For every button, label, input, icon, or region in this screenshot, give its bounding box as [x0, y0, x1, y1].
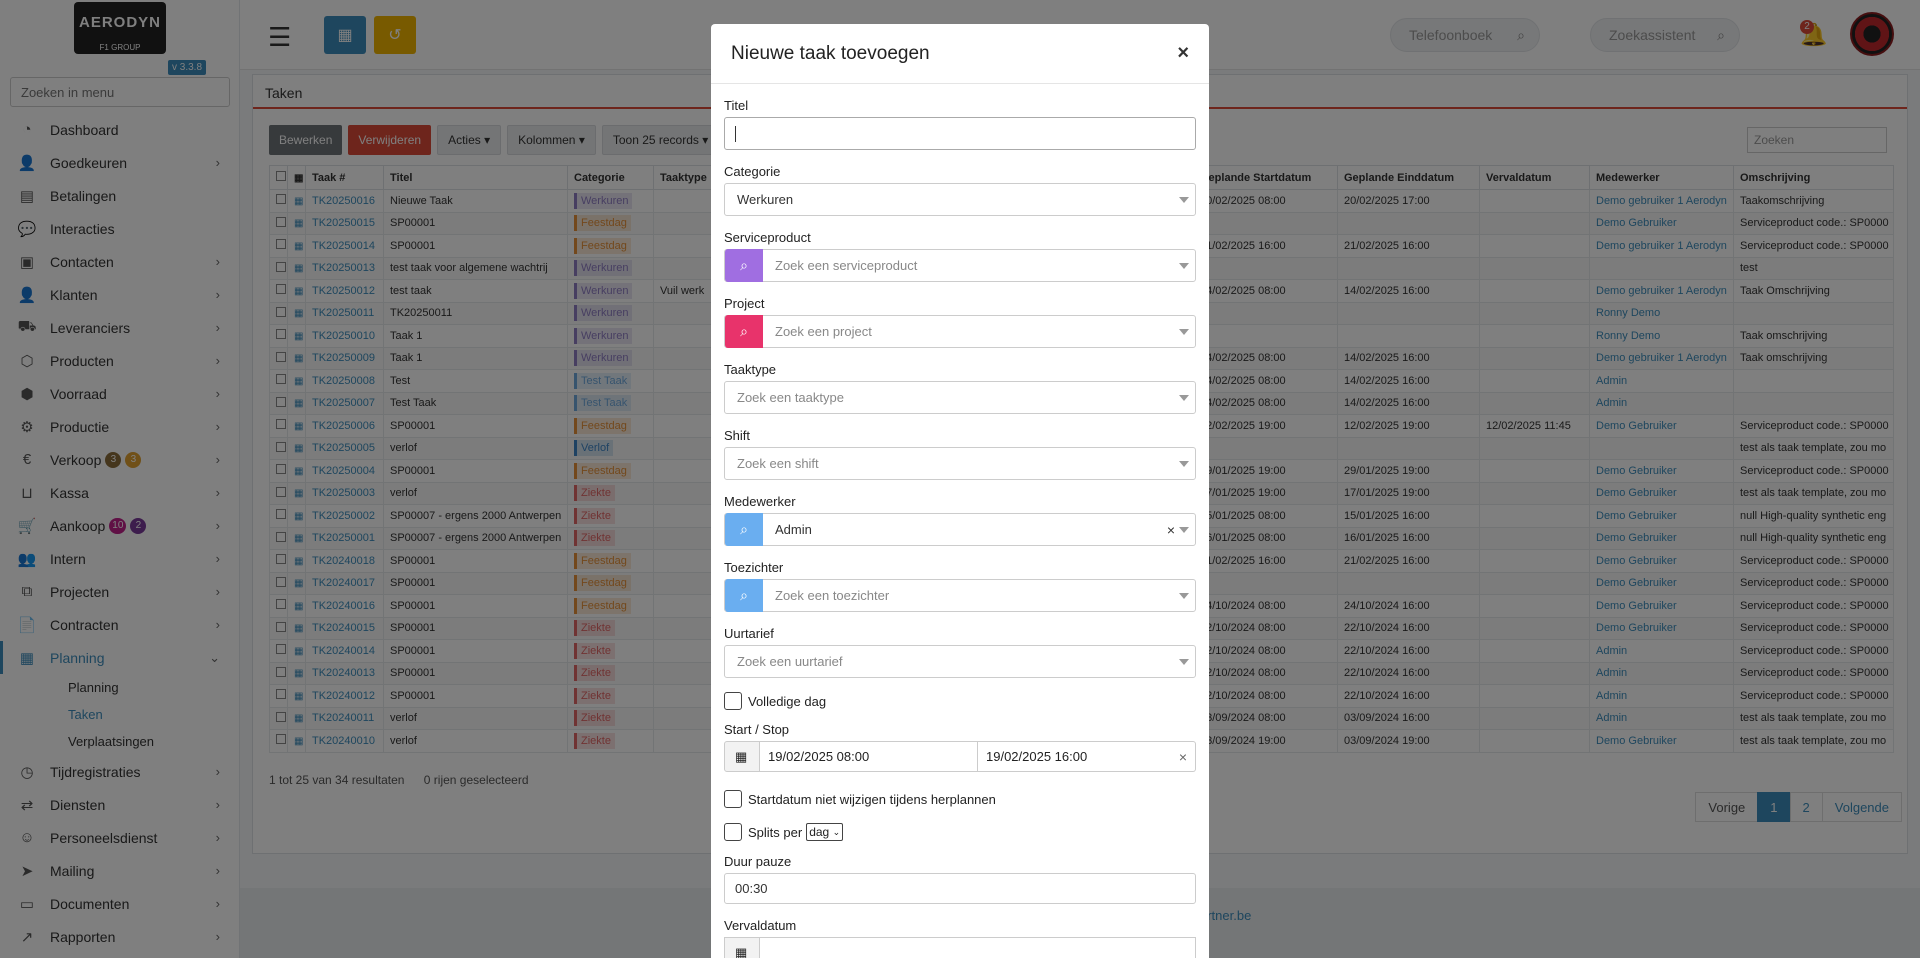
taaktype-placeholder: Zoek een taaktype: [737, 390, 844, 405]
start-date-input[interactable]: 19/02/2025 08:00: [760, 741, 978, 772]
chevron-down-icon: [1179, 197, 1189, 203]
chevron-down-icon: [1179, 329, 1189, 335]
modal-body: Titel Categorie Werkuren Serviceproduct …: [711, 98, 1209, 958]
search-icon[interactable]: ⌕: [725, 513, 763, 546]
uurtarief-select[interactable]: Zoek een uurtarief: [724, 645, 1196, 678]
chevron-down-icon: [1179, 461, 1189, 467]
medewerker-label: Medewerker: [724, 494, 796, 509]
medewerker-value: Admin: [775, 522, 812, 537]
search-icon[interactable]: ⌕: [725, 579, 763, 612]
vervaldatum-label: Vervaldatum: [724, 918, 797, 933]
toezichter-select[interactable]: ⌕ Zoek een toezichter: [724, 579, 1196, 612]
categorie-select[interactable]: Werkuren: [724, 183, 1196, 216]
duur-pauze-value: 00:30: [735, 881, 768, 896]
volledige-dag-checkbox[interactable]: [724, 692, 742, 710]
chevron-down-icon: [1179, 593, 1189, 599]
medewerker-select[interactable]: ⌕ Admin ×: [724, 513, 1196, 546]
categorie-label: Categorie: [724, 164, 781, 179]
clear-icon[interactable]: ×: [1167, 522, 1175, 538]
toezichter-placeholder: Zoek een toezichter: [775, 588, 890, 603]
volledige-dag-row: Volledige dag: [724, 692, 1196, 710]
vervaldatum-row: ▦: [724, 937, 1196, 958]
close-icon[interactable]: ×: [1177, 42, 1189, 65]
search-icon[interactable]: ⌕: [725, 315, 763, 348]
modal-header: Nieuwe taak toevoegen ×: [711, 24, 1209, 84]
search-icon[interactable]: ⌕: [725, 249, 763, 282]
modal-title: Nieuwe taak toevoegen: [731, 42, 930, 64]
uurtarief-label: Uurtarief: [724, 626, 774, 641]
start-stop-label: Start / Stop: [724, 722, 790, 737]
volledige-dag-label: Volledige dag: [748, 693, 827, 709]
project-placeholder: Zoek een project: [775, 324, 872, 339]
uurtarief-placeholder: Zoek een uurtarief: [737, 654, 843, 669]
splits-label: Splits per: [748, 824, 803, 840]
startdatum-checkbox[interactable]: [724, 790, 742, 808]
startdatum-row: Startdatum niet wijzigen tijdens herplan…: [724, 790, 1196, 808]
serviceproduct-select[interactable]: ⌕ Zoek een serviceproduct: [724, 249, 1196, 282]
shift-select[interactable]: Zoek een shift: [724, 447, 1196, 480]
start-stop-range: ▦ 19/02/2025 08:00 19/02/2025 16:00 ×: [724, 741, 1196, 772]
vervaldatum-input[interactable]: [760, 937, 1196, 958]
stop-date-input[interactable]: 19/02/2025 16:00 ×: [978, 741, 1196, 772]
categorie-value: Werkuren: [737, 192, 794, 207]
chevron-down-icon: [1179, 263, 1189, 269]
chevron-down-icon: [1179, 395, 1189, 401]
duur-pauze-label: Duur pauze: [724, 854, 792, 869]
stop-date-value: 19/02/2025 16:00: [986, 749, 1088, 764]
taaktype-label: Taaktype: [724, 362, 777, 377]
splits-row: Splits per dag ⌄: [724, 823, 1196, 841]
splits-select[interactable]: dag ⌄: [806, 823, 844, 841]
titel-input[interactable]: [724, 117, 1196, 150]
chevron-down-icon: [1179, 527, 1189, 533]
serviceproduct-label: Serviceproduct: [724, 230, 811, 245]
text-cursor: [735, 125, 736, 142]
toezichter-label: Toezichter: [724, 560, 784, 575]
startdatum-label: Startdatum niet wijzigen tijdens herplan…: [748, 791, 996, 807]
splits-value: dag: [809, 825, 830, 839]
shift-label: Shift: [724, 428, 751, 443]
titel-label: Titel: [724, 98, 749, 113]
project-select[interactable]: ⌕ Zoek een project: [724, 315, 1196, 348]
calendar-icon[interactable]: ▦: [724, 741, 760, 772]
new-task-modal: Nieuwe taak toevoegen × Titel Categorie …: [711, 24, 1209, 958]
project-label: Project: [724, 296, 765, 311]
chevron-down-icon: ⌄: [832, 826, 841, 837]
splits-checkbox[interactable]: [724, 823, 742, 841]
duur-pauze-input[interactable]: 00:30: [724, 873, 1196, 904]
taaktype-select[interactable]: Zoek een taaktype: [724, 381, 1196, 414]
chevron-down-icon: [1179, 659, 1189, 665]
calendar-icon[interactable]: ▦: [724, 937, 760, 958]
shift-placeholder: Zoek een shift: [737, 456, 819, 471]
clear-icon[interactable]: ×: [1179, 749, 1187, 765]
serviceproduct-placeholder: Zoek een serviceproduct: [775, 258, 918, 273]
